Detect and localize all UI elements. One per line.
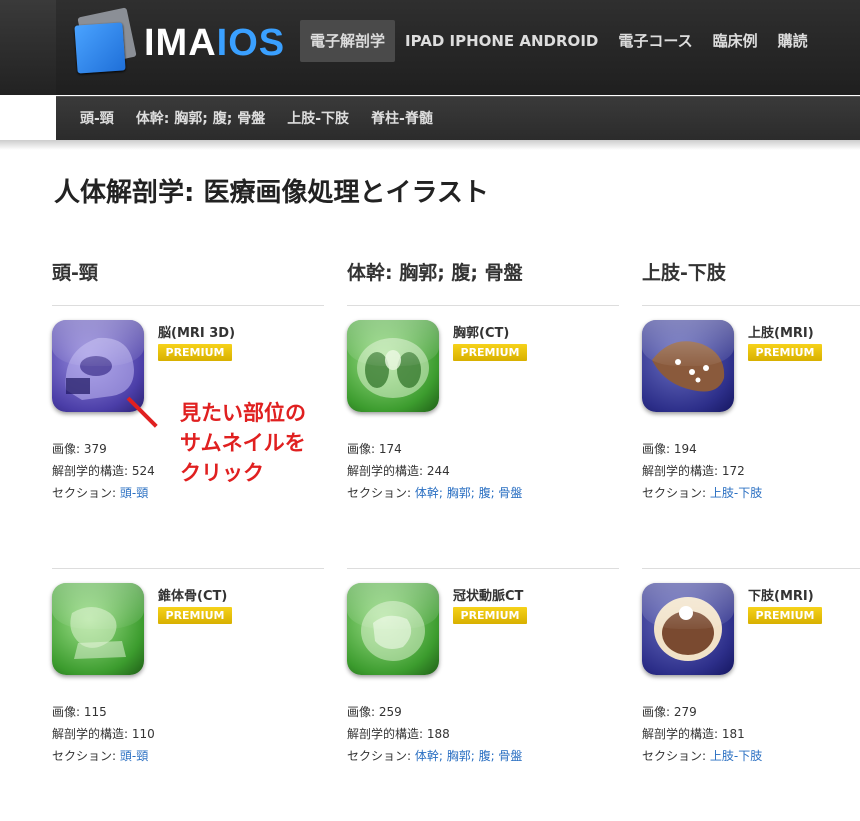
annotation-line: クリック: [180, 461, 264, 485]
thumbnail-gloss: [52, 320, 144, 366]
card-title[interactable]: 下肢(MRI): [748, 585, 814, 604]
premium-badge: PREMIUM: [748, 344, 822, 361]
section-link[interactable]: 頭-頸: [120, 486, 148, 500]
subnav-trunk[interactable]: 体幹: 胸郭; 腹; 骨盤: [136, 97, 265, 141]
atlas-card-upper-limb-mri: 上肢(MRI) PREMIUM 画像: 194 解剖学的構造: 172 セクショ…: [642, 320, 860, 530]
section-link[interactable]: 上肢-下肢: [710, 486, 762, 500]
thumbnail-gloss: [347, 320, 439, 366]
images-count: 画像: 174: [347, 442, 402, 456]
divider: [52, 568, 324, 569]
thumbnail-gloss: [642, 320, 734, 366]
card-title[interactable]: 胸郭(CT): [453, 322, 509, 341]
thorax-ct-thumbnail[interactable]: [347, 320, 439, 412]
subnav-head-neck[interactable]: 頭-頸: [80, 97, 114, 141]
divider: [347, 568, 619, 569]
divider: [347, 305, 619, 306]
premium-badge: PREMIUM: [748, 607, 822, 624]
header-shadow: [0, 140, 860, 150]
annotation-line: サムネイルを: [180, 431, 306, 455]
atlas-card-thorax-ct: 胸郭(CT) PREMIUM 画像: 174 解剖学的構造: 244 セクション…: [347, 320, 617, 530]
section-line: セクション: 上肢-下肢: [642, 486, 763, 500]
card-title[interactable]: 上肢(MRI): [748, 322, 814, 341]
column-heading-trunk: 体幹: 胸郭; 腹; 骨盤: [347, 262, 523, 284]
atlas-card-temporal-bone-ct: 錐体骨(CT) PREMIUM 画像: 115 解剖学的構造: 110 セクショ…: [52, 583, 322, 793]
column-heading-limbs: 上肢-下肢: [642, 262, 726, 284]
main-nav: 電子解剖学 IPAD IPHONE ANDROID 電子コース 臨床例 購読: [300, 20, 818, 62]
premium-badge: PREMIUM: [158, 607, 232, 624]
atlas-card-lower-limb-mri: 下肢(MRI) PREMIUM 画像: 279 解剖学的構造: 181 セクショ…: [642, 583, 860, 793]
images-count: 画像: 279: [642, 705, 697, 719]
section-line: セクション: 体幹; 胸郭; 腹; 骨盤: [347, 486, 523, 500]
annotation-line: 見たい部位の: [180, 401, 306, 425]
section-link[interactable]: 上肢-下肢: [710, 749, 762, 763]
structures-count: 解剖学的構造: 244: [347, 464, 450, 478]
section-line: セクション: 頭-頸: [52, 486, 149, 500]
images-count: 画像: 259: [347, 705, 402, 719]
section-link[interactable]: 体幹; 胸郭; 腹; 骨盤: [415, 749, 523, 763]
card-title[interactable]: 錐体骨(CT): [158, 585, 227, 604]
divider: [52, 305, 324, 306]
images-count: 画像: 379: [52, 442, 107, 456]
sub-nav: 頭-頸 体幹: 胸郭; 腹; 骨盤 上肢-下肢 脊柱-脊髄: [80, 97, 455, 141]
section-line: セクション: 体幹; 胸郭; 腹; 骨盤: [347, 749, 523, 763]
structures-count: 解剖学的構造: 181: [642, 727, 745, 741]
images-count: 画像: 194: [642, 442, 697, 456]
section-link[interactable]: 頭-頸: [120, 749, 148, 763]
imaios-logo[interactable]: IMAIOS: [72, 7, 286, 78]
page-title: 人体解剖学: 医療画像処理とイラスト: [54, 178, 489, 208]
structures-count: 解剖学的構造: 110: [52, 727, 155, 741]
section-line: セクション: 上肢-下肢: [642, 749, 763, 763]
upper-limb-mri-thumbnail[interactable]: [642, 320, 734, 412]
subnav-limbs[interactable]: 上肢-下肢: [287, 97, 349, 141]
instruction-annotation: 見たい部位の サムネイルを クリック: [180, 398, 306, 488]
premium-badge: PREMIUM: [453, 607, 527, 624]
logo-front-square-icon: [74, 22, 126, 74]
thumbnail-gloss: [347, 583, 439, 629]
card-title[interactable]: 冠状動脈CT: [453, 585, 523, 604]
temporal-bone-ct-thumbnail[interactable]: [52, 583, 144, 675]
thumbnail-gloss: [52, 583, 144, 629]
section-line: セクション: 頭-頸: [52, 749, 149, 763]
nav-item-e-courses[interactable]: 電子コース: [608, 20, 702, 62]
premium-badge: PREMIUM: [158, 344, 232, 361]
lower-limb-mri-thumbnail[interactable]: [642, 583, 734, 675]
structures-count: 解剖学的構造: 524: [52, 464, 155, 478]
nav-item-mobile-apps[interactable]: IPAD IPHONE ANDROID: [395, 20, 608, 62]
coronary-ct-thumbnail[interactable]: [347, 583, 439, 675]
section-link[interactable]: 体幹; 胸郭; 腹; 骨盤: [415, 486, 523, 500]
subnav-spine[interactable]: 脊柱-脊髄: [371, 97, 433, 141]
premium-badge: PREMIUM: [453, 344, 527, 361]
column-heading-head-neck: 頭-頸: [52, 262, 98, 284]
structures-count: 解剖学的構造: 188: [347, 727, 450, 741]
logo-text: IMAIOS: [144, 22, 286, 64]
divider: [642, 568, 860, 569]
nav-item-subscribe[interactable]: 購読: [768, 20, 818, 62]
divider: [642, 305, 860, 306]
nav-item-clinical-cases[interactable]: 臨床例: [703, 20, 768, 62]
images-count: 画像: 115: [52, 705, 107, 719]
structures-count: 解剖学的構造: 172: [642, 464, 745, 478]
thumbnail-gloss: [642, 583, 734, 629]
atlas-card-coronary-ct: 冠状動脈CT PREMIUM 画像: 259 解剖学的構造: 188 セクション…: [347, 583, 617, 793]
nav-item-e-anatomy[interactable]: 電子解剖学: [300, 20, 396, 62]
sub-nav-bar: 頭-頸 体幹: 胸郭; 腹; 骨盤 上肢-下肢 脊柱-脊髄: [56, 96, 860, 141]
card-title[interactable]: 脳(MRI 3D): [158, 322, 235, 341]
